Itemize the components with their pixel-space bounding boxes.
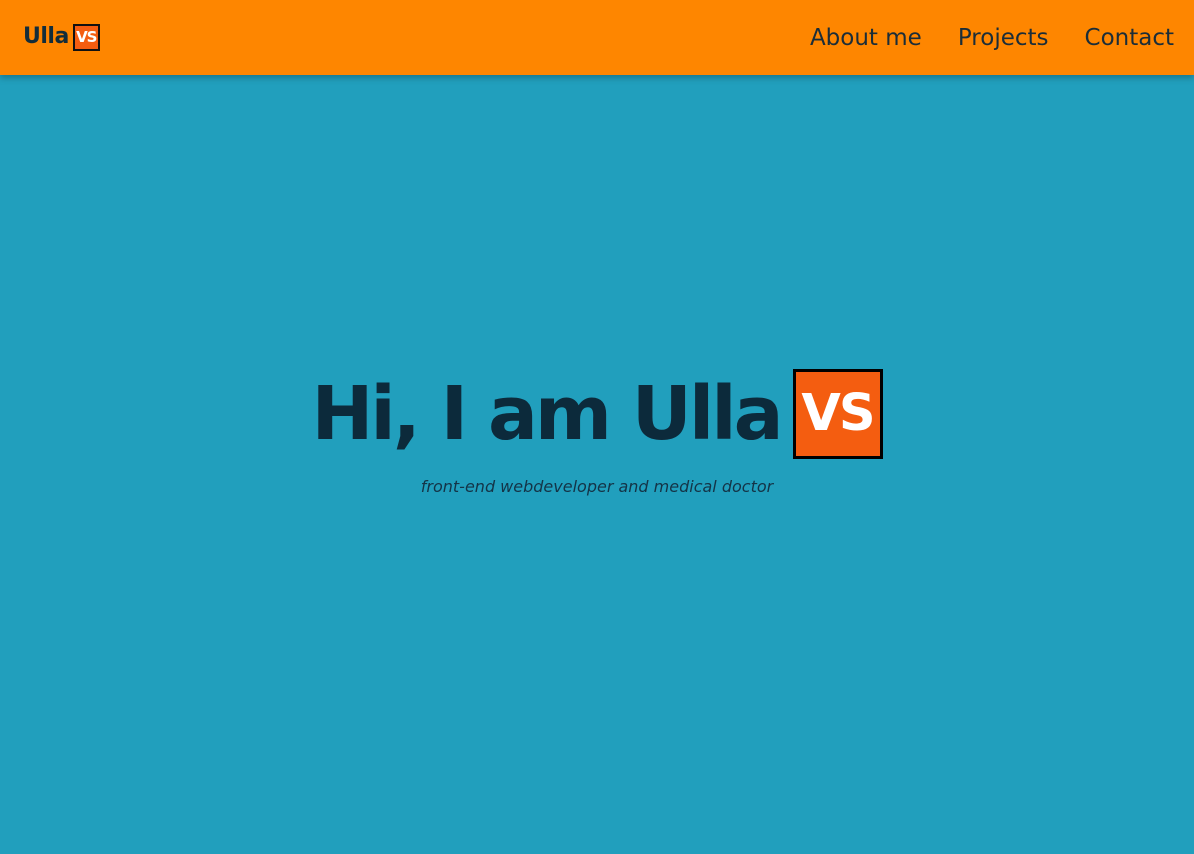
hero-subtitle: front-end webdeveloper and medical docto…	[420, 477, 774, 496]
main-navigation: About me Projects Contact	[810, 0, 1174, 75]
hero-heading: Hi, I am Ulla	[311, 371, 783, 457]
hero-section: Hi, I am Ulla VS front-end webdeveloper …	[0, 75, 1194, 854]
brand-vs-logo: VS	[72, 23, 100, 51]
brand-home-link[interactable]: Ulla VS	[23, 23, 100, 51]
hero-title-row: Hi, I am Ulla VS	[0, 369, 1194, 459]
hero-vs-logo: VS	[792, 369, 883, 459]
nav-about-me-link[interactable]: About me	[810, 23, 922, 53]
nav-contact-link[interactable]: Contact	[1085, 23, 1174, 53]
nav-projects-link[interactable]: Projects	[958, 23, 1049, 53]
top-navigation: Ulla VS About me Projects Contact	[0, 0, 1194, 75]
brand-name: Ulla	[23, 24, 69, 49]
